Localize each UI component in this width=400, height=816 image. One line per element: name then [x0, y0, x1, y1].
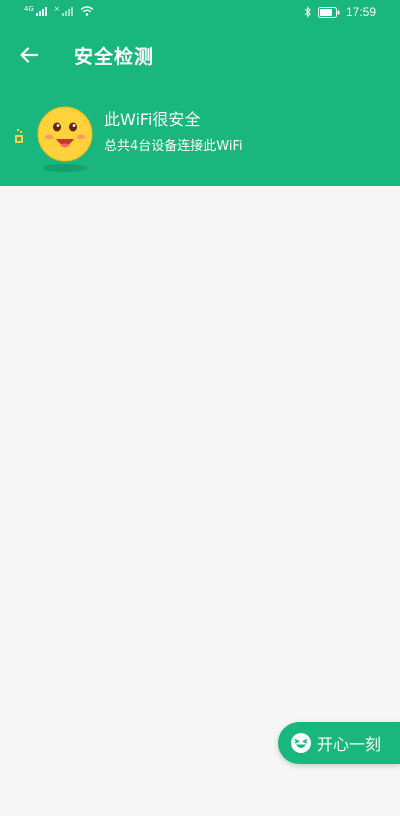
signal-icon: [35, 7, 47, 16]
status-time: 17:59: [345, 5, 376, 19]
network-type-label: 4G: [24, 5, 34, 13]
security-summary: 此WiFi很安全 总共4台设备连接此WiFi: [0, 96, 400, 176]
security-status-title: 此WiFi很安全: [104, 110, 201, 129]
header: 4G × 17:59 安全检测 此WiFi很安全 总共4台设备连接此WiFi: [0, 0, 400, 186]
no-service-label: ×: [53, 5, 60, 13]
arrow-left-icon: [20, 47, 39, 63]
back-button[interactable]: [14, 40, 44, 70]
nav-bar: 安全检测: [0, 34, 400, 74]
connected-devices-text: 总共4台设备连接此WiFi: [104, 139, 243, 154]
signal-icon-2: [61, 7, 73, 16]
smiley-mascot-icon: [37, 106, 93, 172]
sparkle-icon: [15, 129, 23, 143]
wifi-icon: [80, 6, 94, 16]
status-left: 4G ×: [24, 6, 94, 16]
laughing-face-icon: [291, 733, 311, 753]
bluetooth-icon: [304, 6, 311, 18]
status-bar: 4G × 17:59: [0, 0, 400, 26]
page-title: 安全检测: [74, 46, 155, 68]
happy-moment-button[interactable]: 开心一刻: [278, 722, 400, 764]
status-right: 17:59: [304, 5, 376, 19]
happy-moment-label: 开心一刻: [317, 735, 382, 754]
battery-icon: [317, 6, 340, 18]
